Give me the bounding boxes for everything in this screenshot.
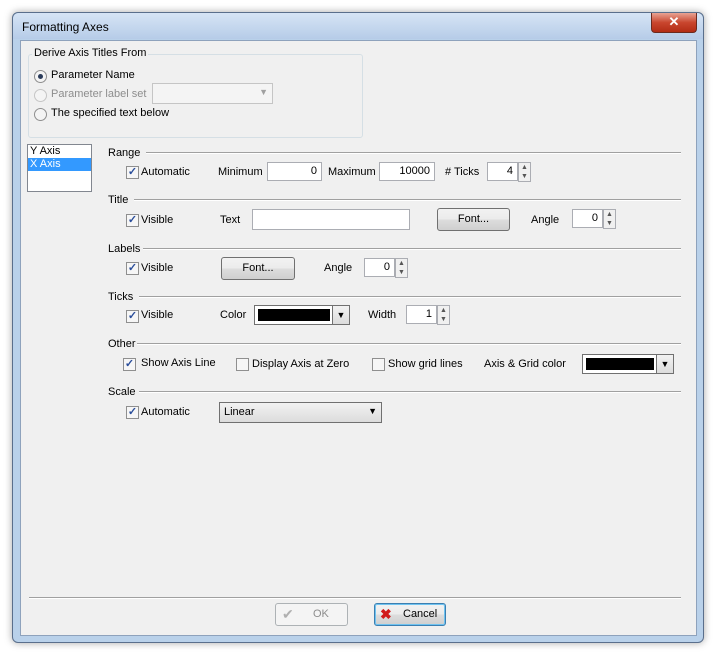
radio-specified-text[interactable] xyxy=(34,108,47,121)
ticks-visible-label: Visible xyxy=(141,309,174,321)
title-font-button[interactable]: Font... xyxy=(437,208,510,231)
radio-specified-text-label: The specified text below xyxy=(51,107,170,119)
down-arrow-icon[interactable]: ▼ xyxy=(438,315,449,324)
labels-angle-label: Angle xyxy=(324,262,353,274)
axis-listbox[interactable]: Y Axis X Axis xyxy=(27,144,92,192)
ticks-heading: Ticks xyxy=(108,291,134,303)
ticks-color-label: Color xyxy=(220,309,247,321)
display-axis-at-zero-checkbox[interactable] xyxy=(236,358,249,371)
labels-font-button[interactable]: Font... xyxy=(221,257,295,280)
ok-button[interactable]: ✔ OK xyxy=(275,603,348,626)
up-arrow-icon[interactable]: ▲ xyxy=(604,210,615,219)
title-visible-label: Visible xyxy=(141,214,174,226)
range-automatic-checkbox[interactable]: ✓ xyxy=(126,166,139,179)
title-visible-checkbox[interactable]: ✓ xyxy=(126,214,139,227)
range-divider xyxy=(146,152,681,154)
labels-angle-input[interactable]: 0 xyxy=(364,258,395,277)
ticks-visible-checkbox[interactable]: ✓ xyxy=(126,310,139,323)
labels-heading: Labels xyxy=(108,243,141,255)
title-angle-label: Angle xyxy=(531,214,560,226)
ticks-count-input[interactable]: 4 xyxy=(487,162,518,181)
show-axis-line-checkbox[interactable]: ✓ xyxy=(123,358,136,371)
down-arrow-icon[interactable]: ▼ xyxy=(396,268,407,277)
show-axis-line-label: Show Axis Line xyxy=(141,357,216,369)
title-text-input[interactable] xyxy=(252,209,410,230)
window-title: Formatting Axes xyxy=(22,20,109,34)
scale-automatic-label: Automatic xyxy=(141,406,190,418)
labels-visible-checkbox[interactable]: ✓ xyxy=(126,262,139,275)
grid-color-picker[interactable]: ▼ xyxy=(582,354,674,374)
maximum-input[interactable]: 10000 xyxy=(379,162,435,181)
close-icon: ✕ xyxy=(668,14,680,29)
scale-divider xyxy=(139,391,681,393)
chevron-down-icon: ▼ xyxy=(368,406,377,416)
title-heading: Title xyxy=(108,194,129,206)
ok-button-label: OK xyxy=(313,608,329,620)
derive-titles-heading: Derive Axis Titles From xyxy=(32,47,149,59)
up-arrow-icon[interactable]: ▲ xyxy=(438,306,449,315)
show-grid-lines-label: Show grid lines xyxy=(388,358,463,370)
show-grid-lines-checkbox[interactable] xyxy=(372,358,385,371)
display-axis-at-zero-label: Display Axis at Zero xyxy=(252,358,350,370)
down-arrow-icon[interactable]: ▼ xyxy=(519,172,530,181)
labels-angle-spinner[interactable]: ▲ ▼ xyxy=(395,258,408,278)
ticks-color-swatch xyxy=(258,309,330,321)
ticks-width-label: Width xyxy=(368,309,397,321)
range-automatic-label: Automatic xyxy=(141,166,190,178)
other-heading: Other xyxy=(108,338,136,350)
scale-type-value: Linear xyxy=(224,406,255,418)
radio-parameter-label-set[interactable] xyxy=(34,89,47,102)
ticks-count-spinner[interactable]: ▲ ▼ xyxy=(518,162,531,182)
up-arrow-icon[interactable]: ▲ xyxy=(396,259,407,268)
title-text-label: Text xyxy=(220,214,241,226)
scale-automatic-checkbox[interactable]: ✓ xyxy=(126,406,139,419)
cancel-x-icon: ✖ xyxy=(380,606,392,622)
labels-divider xyxy=(143,248,681,250)
chevron-down-icon: ▼ xyxy=(259,87,268,97)
ticks-width-input[interactable]: 1 xyxy=(406,305,437,324)
radio-parameter-name[interactable] xyxy=(34,70,47,83)
down-arrow-icon[interactable]: ▼ xyxy=(604,219,615,228)
radio-parameter-name-label: Parameter Name xyxy=(51,69,135,81)
ticks-width-spinner[interactable]: ▲ ▼ xyxy=(437,305,450,325)
title-divider xyxy=(134,199,681,201)
cancel-button-label: Cancel xyxy=(403,608,438,620)
ticks-divider xyxy=(139,296,681,298)
chevron-down-icon[interactable]: ▼ xyxy=(656,355,673,373)
maximum-label: Maximum xyxy=(328,166,376,178)
title-bar[interactable]: Formatting Axes ✕ xyxy=(13,13,703,39)
chevron-down-icon[interactable]: ▼ xyxy=(332,306,349,324)
ticks-count-label: # Ticks xyxy=(445,166,480,178)
scale-type-dropdown[interactable]: Linear ▼ xyxy=(219,402,382,423)
label-set-dropdown[interactable]: ▼ xyxy=(152,83,273,104)
close-button[interactable]: ✕ xyxy=(651,13,697,33)
cancel-button[interactable]: ✖ Cancel xyxy=(374,603,446,626)
range-heading: Range xyxy=(108,147,141,159)
up-arrow-icon[interactable]: ▲ xyxy=(519,163,530,172)
formatting-axes-dialog: Formatting Axes ✕ Derive Axis Titles Fro… xyxy=(12,12,704,643)
dialog-client-area: Derive Axis Titles From Parameter Name P… xyxy=(20,40,697,636)
axis-list-item-x[interactable]: X Axis xyxy=(28,158,91,171)
radio-parameter-label-set-label: Parameter label set xyxy=(51,88,147,100)
footer-divider xyxy=(29,597,681,599)
grid-color-label: Axis & Grid color xyxy=(484,358,566,370)
scale-heading: Scale xyxy=(108,386,136,398)
ticks-color-picker[interactable]: ▼ xyxy=(254,305,350,325)
checkmark-icon: ✔ xyxy=(282,606,294,622)
title-angle-spinner[interactable]: ▲ ▼ xyxy=(603,209,616,229)
minimum-input[interactable]: 0 xyxy=(267,162,322,181)
axis-list-item-y[interactable]: Y Axis xyxy=(28,145,91,158)
minimum-label: Minimum xyxy=(218,166,263,178)
labels-visible-label: Visible xyxy=(141,262,174,274)
title-angle-input[interactable]: 0 xyxy=(572,209,603,228)
grid-color-swatch xyxy=(586,358,654,370)
other-divider xyxy=(137,343,681,345)
